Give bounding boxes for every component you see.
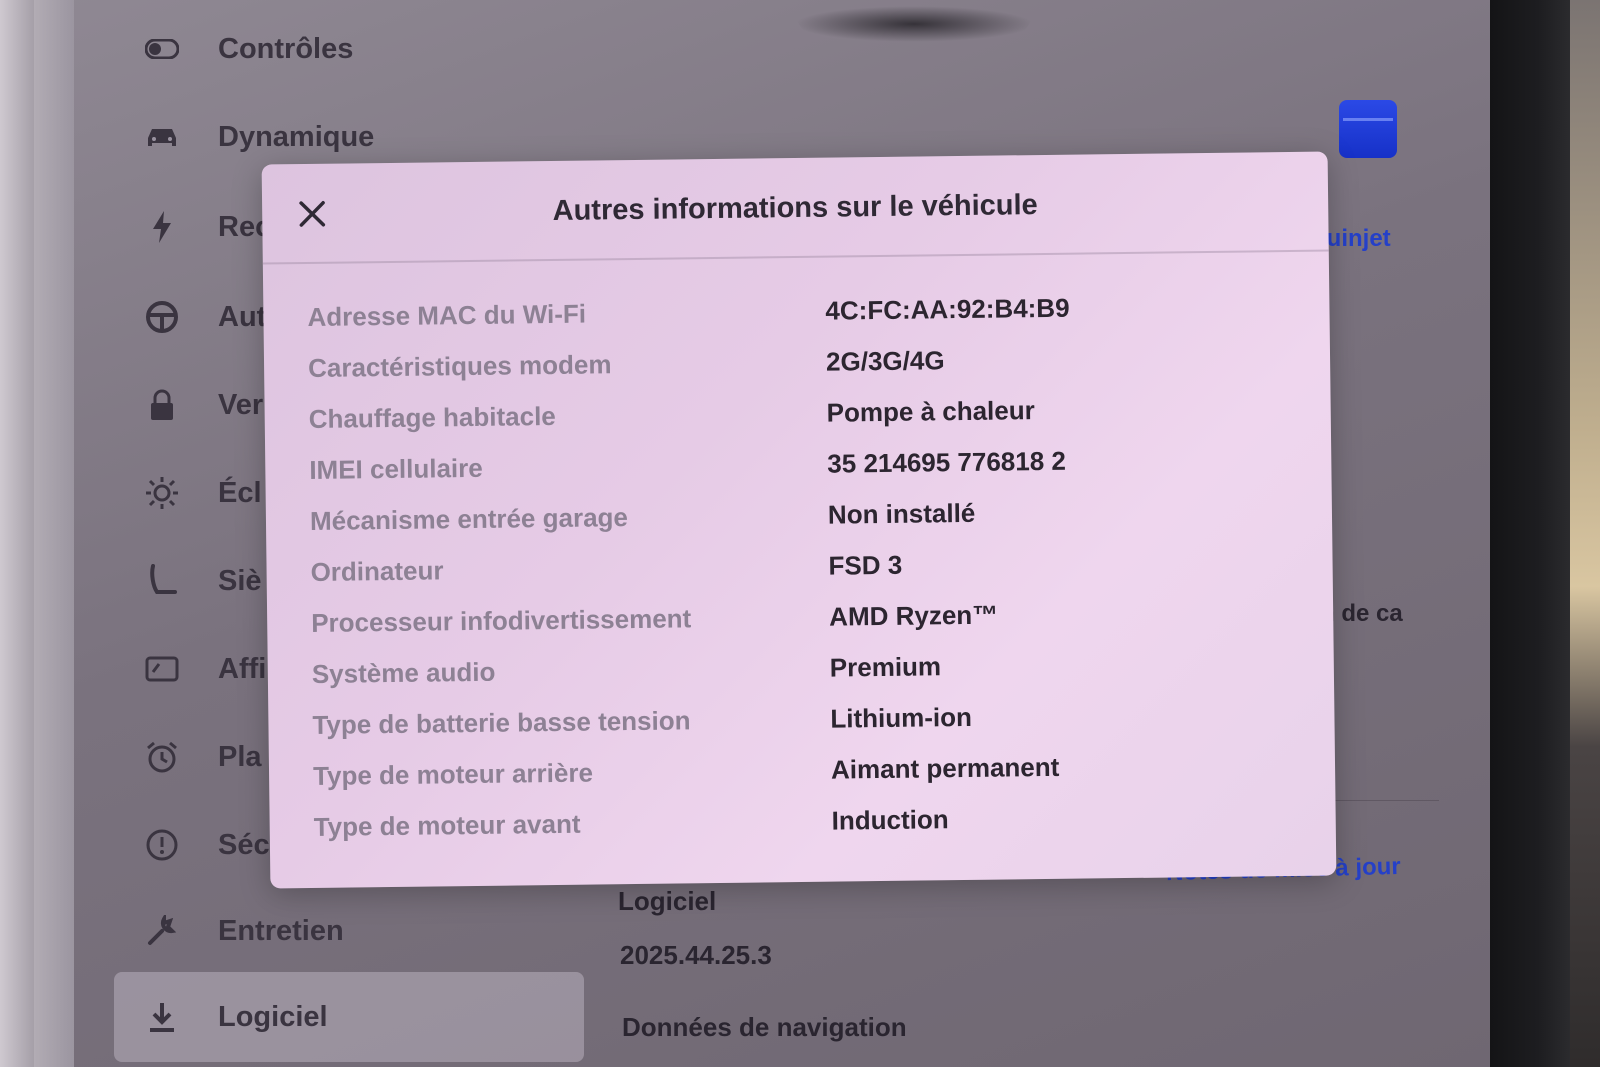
menu-item-label: Entretien	[218, 914, 344, 947]
info-value: Non installé	[827, 497, 976, 530]
info-label: Adresse MAC du Wi-Fi	[307, 298, 587, 332]
reflection-shadow	[794, 6, 1034, 42]
software-version: 2025.44.25.3	[620, 940, 772, 970]
wrench-icon	[142, 911, 182, 951]
info-label: Type de moteur arrière	[312, 757, 594, 791]
sun-icon	[142, 473, 182, 513]
menu-item-label: Aut	[218, 300, 267, 333]
alarm-clock-icon	[142, 737, 182, 777]
menu-item-label: Écl	[218, 476, 262, 509]
info-label: Ordinateur	[310, 555, 444, 587]
touchscreen: Contrôles Dynamique Rec Aut Ver Écl Siè …	[34, 0, 1490, 1067]
dialog-header: Autres informations sur le véhicule	[261, 151, 1329, 265]
menu-item-entretien[interactable]: Entretien	[114, 896, 584, 966]
info-value: FSD 3	[828, 549, 903, 581]
divider	[1324, 800, 1439, 801]
alert-circle-icon	[142, 825, 182, 865]
lock-icon	[142, 385, 182, 425]
info-value: AMD Ryzen™	[828, 599, 999, 632]
menu-item-controles[interactable]: Contrôles	[114, 14, 584, 84]
menu-item-label: Séc	[218, 828, 270, 861]
menu-item-logiciel[interactable]: Logiciel	[114, 972, 584, 1062]
info-label: Type de moteur avant	[313, 808, 581, 842]
left-edge-strip	[34, 0, 74, 1067]
info-label: Caractéristiques modem	[307, 349, 612, 383]
menu-item-label: Dynamique	[218, 120, 375, 153]
info-label: Système audio	[311, 656, 496, 689]
info-label: Type de batterie basse tension	[312, 705, 691, 740]
info-list: Adresse MAC du Wi-Fi 4C:FC:AA:92:B4:B9 C…	[307, 280, 1294, 853]
car-icon	[142, 117, 182, 157]
menu-item-label: Contrôles	[218, 32, 354, 65]
screen-bezel-left	[0, 0, 34, 1067]
nav-data-label: Données de navigation	[622, 1012, 907, 1042]
info-label: Processeur infodivertissement	[311, 603, 692, 638]
info-label: IMEI cellulaire	[309, 452, 483, 485]
info-row: Type de moteur avant Induction	[313, 790, 1294, 853]
menu-item-label: Logiciel	[218, 1000, 328, 1033]
dialog-title: Autres informations sur le véhicule	[552, 189, 1038, 227]
vehicle-info-dialog: Autres informations sur le véhicule Adre…	[261, 151, 1337, 889]
seat-icon	[142, 561, 182, 601]
profile-card-icon[interactable]	[1339, 100, 1397, 158]
info-value: Induction	[831, 804, 949, 836]
info-value: 35 214695 776818 2	[827, 445, 1067, 479]
steering-wheel-icon	[142, 297, 182, 337]
screen-bezel-right	[1490, 0, 1570, 1067]
menu-item-label: Ver	[218, 388, 264, 421]
info-label: Chauffage habitacle	[308, 400, 556, 434]
lightning-icon	[142, 207, 182, 247]
software-label: Logiciel	[618, 886, 717, 916]
info-value: Pompe à chaleur	[826, 395, 1035, 428]
info-label: Mécanisme entrée garage	[309, 502, 629, 536]
info-value: Premium	[829, 651, 942, 683]
menu-item-label: Siè	[218, 564, 262, 597]
info-value: Aimant permanent	[830, 751, 1060, 785]
car-interior-background	[1570, 0, 1600, 1067]
toggle-icon	[142, 29, 182, 69]
display-icon	[142, 649, 182, 689]
menu-item-label: Pla	[218, 740, 262, 773]
info-value: 4C:FC:AA:92:B4:B9	[825, 292, 1070, 326]
menu-item-label: Affi	[218, 652, 267, 685]
info-value: Lithium-ion	[830, 701, 973, 734]
info-value: 2G/3G/4G	[825, 345, 945, 377]
download-icon	[142, 997, 182, 1037]
